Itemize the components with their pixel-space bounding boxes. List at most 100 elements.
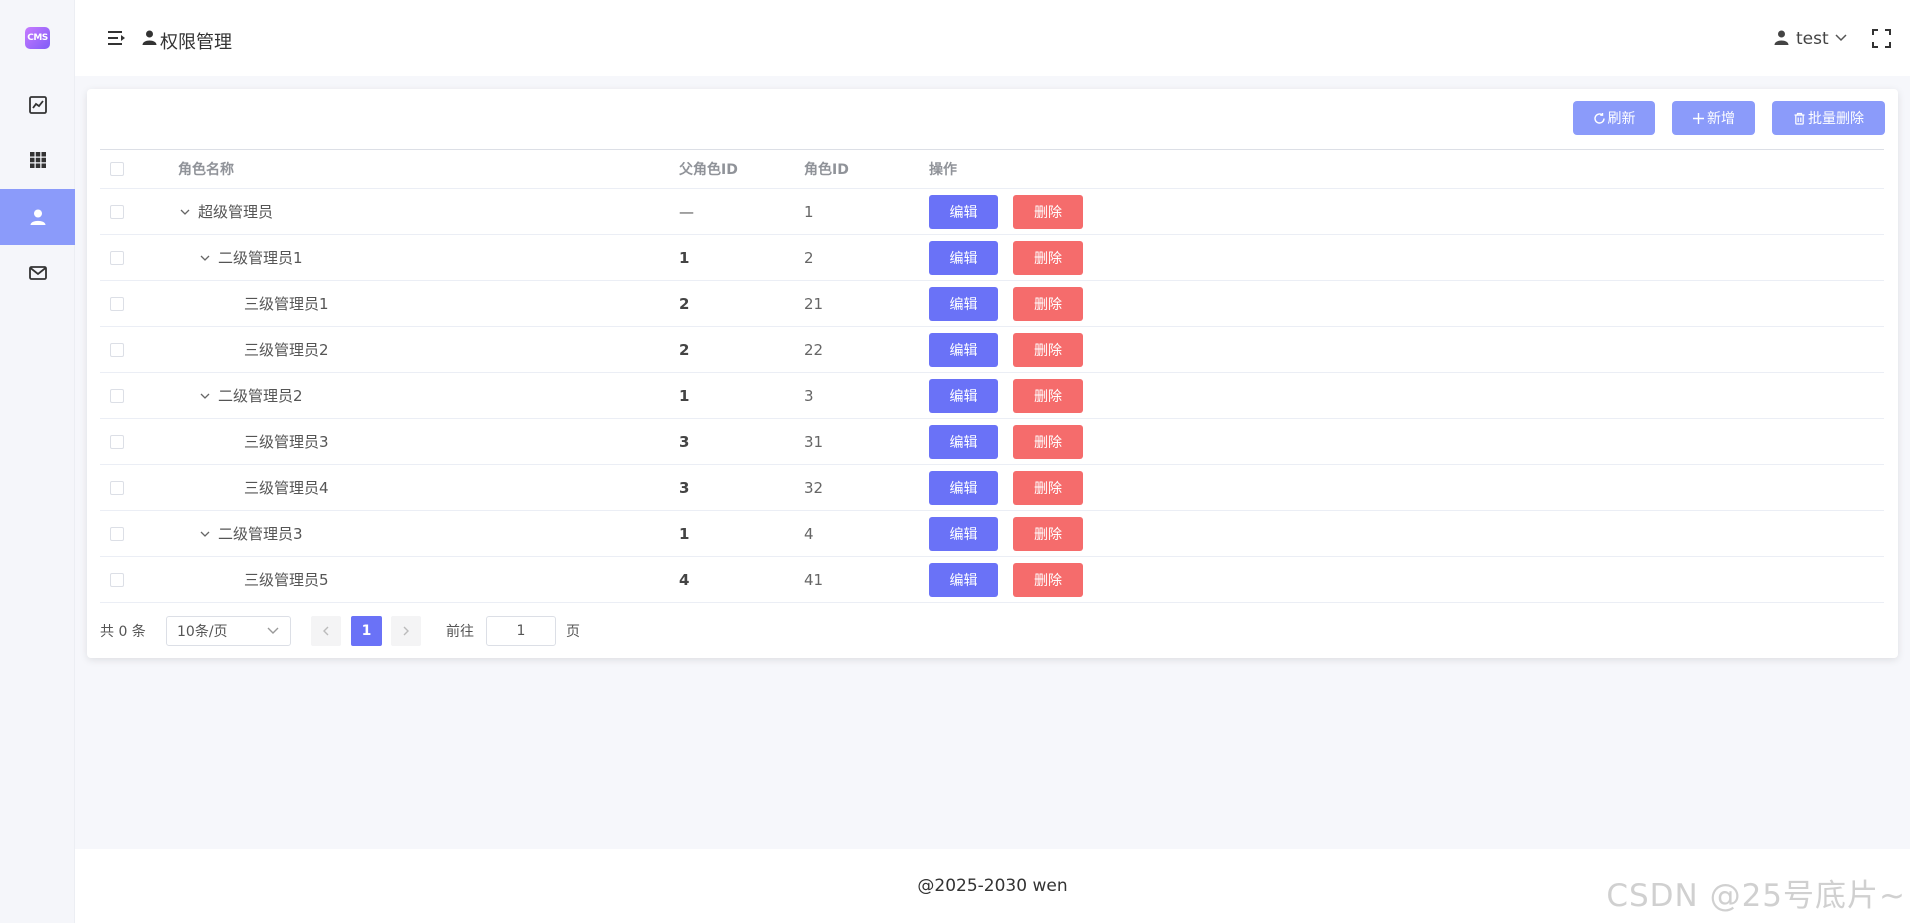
row-checkbox[interactable]: [110, 480, 124, 495]
parent-role-id: 2: [679, 340, 690, 359]
pagination: 共 0 条 10条/页 1 前往 1 页: [100, 616, 900, 646]
sidebar-item-dashboard[interactable]: [0, 77, 75, 133]
trash-icon: [1794, 112, 1805, 125]
user-menu[interactable]: test: [1796, 29, 1829, 49]
role-id: 41: [804, 570, 824, 589]
delete-button[interactable]: 删除: [1013, 470, 1083, 505]
role-id: 4: [804, 524, 814, 543]
page-number-current[interactable]: 1: [351, 616, 382, 646]
prev-page-button[interactable]: [311, 616, 341, 646]
select-all-checkbox[interactable]: [110, 162, 124, 176]
edit-button[interactable]: 编辑: [929, 470, 998, 505]
chevron-right-icon: [403, 626, 409, 636]
delete-button[interactable]: 删除: [1013, 240, 1083, 275]
edit-button[interactable]: 编辑: [929, 516, 998, 551]
parent-role-id: 1: [679, 524, 690, 543]
table-row: 三级管理员4 3 32 编辑 删除: [100, 465, 1884, 511]
parent-role-id: —: [679, 202, 694, 221]
role-id: 1: [804, 202, 814, 221]
role-id: 31: [804, 432, 824, 451]
copyright-text: @2025-2030 wen: [917, 876, 1068, 896]
role-name: 三级管理员2: [244, 341, 329, 359]
table-row: 二级管理员2 1 3 编辑 删除: [100, 373, 1884, 419]
plus-icon: [1693, 112, 1704, 124]
row-checkbox[interactable]: [110, 342, 124, 357]
refresh-button[interactable]: 刷新: [1573, 101, 1655, 135]
watermark: CSDN @25号底片~: [1606, 878, 1906, 914]
fullscreen-icon[interactable]: [1872, 29, 1891, 48]
chevron-down-icon[interactable]: [1834, 32, 1848, 44]
user-avatar-icon[interactable]: [1773, 29, 1790, 46]
grid-icon: [29, 152, 46, 168]
chevron-down-icon[interactable]: [198, 527, 212, 541]
goto-page-input[interactable]: 1: [486, 616, 556, 646]
parent-role-id: 1: [679, 386, 690, 405]
role-name: 三级管理员4: [244, 479, 329, 497]
sidebar-item-messages[interactable]: [0, 245, 75, 301]
edit-button[interactable]: 编辑: [929, 286, 998, 321]
role-id: 32: [804, 478, 824, 497]
delete-button[interactable]: 删除: [1013, 194, 1083, 229]
delete-button[interactable]: 删除: [1013, 286, 1083, 321]
parent-role-id: 1: [679, 248, 690, 267]
menu-toggle-icon[interactable]: [107, 29, 127, 47]
edit-button[interactable]: 编辑: [929, 424, 998, 459]
chevron-down-icon: [267, 627, 279, 634]
sidebar-item-apps[interactable]: [0, 132, 75, 188]
next-page-button[interactable]: [391, 616, 421, 646]
edit-button[interactable]: 编辑: [929, 378, 998, 413]
user-icon: [142, 30, 157, 45]
row-checkbox[interactable]: [110, 572, 124, 587]
table-row: 二级管理员1 1 2 编辑 删除: [100, 235, 1884, 281]
delete-button[interactable]: 删除: [1013, 378, 1083, 413]
role-name: 三级管理员3: [244, 433, 329, 451]
chevron-down-icon[interactable]: [198, 251, 212, 265]
row-checkbox[interactable]: [110, 526, 124, 541]
edit-button[interactable]: 编辑: [929, 194, 998, 229]
goto-suffix: 页: [566, 624, 580, 640]
role-name: 三级管理员1: [244, 295, 329, 313]
edit-button[interactable]: 编辑: [929, 332, 998, 367]
role-table-card: 刷新 新增 批量删除 角色名称 父角色ID 角色ID 操作 超级管理员 —1 编辑删…: [87, 89, 1898, 658]
role-id: 22: [804, 340, 824, 359]
chevron-down-icon[interactable]: [178, 205, 192, 219]
delete-button[interactable]: 删除: [1013, 562, 1083, 597]
role-id: 2: [804, 248, 814, 267]
parent-role-id: 2: [679, 294, 690, 313]
row-checkbox[interactable]: [110, 388, 124, 403]
row-checkbox[interactable]: [110, 296, 124, 311]
batch-delete-button[interactable]: 批量删除: [1772, 101, 1885, 135]
table-row: 二级管理员3 1 4 编辑 删除: [100, 511, 1884, 557]
sidebar-item-permissions[interactable]: [0, 189, 75, 245]
goto-label: 前往: [446, 624, 474, 640]
column-header-parent-id: 父角色ID: [679, 162, 738, 178]
table-row: 三级管理员2 2 22 编辑 删除: [100, 327, 1884, 373]
row-checkbox[interactable]: [110, 250, 124, 265]
role-name: 三级管理员5: [244, 571, 329, 589]
role-id: 3: [804, 386, 814, 405]
add-role-button[interactable]: 新增: [1672, 101, 1755, 135]
column-header-actions: 操作: [929, 162, 957, 178]
delete-button[interactable]: 删除: [1013, 424, 1083, 459]
total-count: 共 0 条: [100, 624, 146, 640]
role-name: 二级管理员3: [218, 525, 303, 543]
role-id: 21: [804, 294, 824, 313]
table-row: 三级管理员3 3 31 编辑 删除: [100, 419, 1884, 465]
row-checkbox[interactable]: [110, 204, 124, 219]
parent-role-id: 4: [679, 570, 690, 589]
role-name: 二级管理员1: [218, 249, 303, 267]
row-checkbox[interactable]: [110, 434, 124, 449]
user-icon: [30, 209, 45, 225]
page-size-select[interactable]: 10条/页: [166, 616, 291, 646]
cms-logo: CMS: [25, 27, 50, 49]
delete-button[interactable]: 删除: [1013, 516, 1083, 551]
chevron-down-icon[interactable]: [198, 389, 212, 403]
table-row: 三级管理员1 2 21 编辑 删除: [100, 281, 1884, 327]
edit-button[interactable]: 编辑: [929, 562, 998, 597]
role-name: 超级管理员: [198, 203, 274, 221]
sidebar: CMS: [0, 0, 75, 923]
column-header-role-id: 角色ID: [804, 162, 849, 178]
top-header: 权限管理 test: [75, 0, 1910, 76]
edit-button[interactable]: 编辑: [929, 240, 998, 275]
delete-button[interactable]: 删除: [1013, 332, 1083, 367]
